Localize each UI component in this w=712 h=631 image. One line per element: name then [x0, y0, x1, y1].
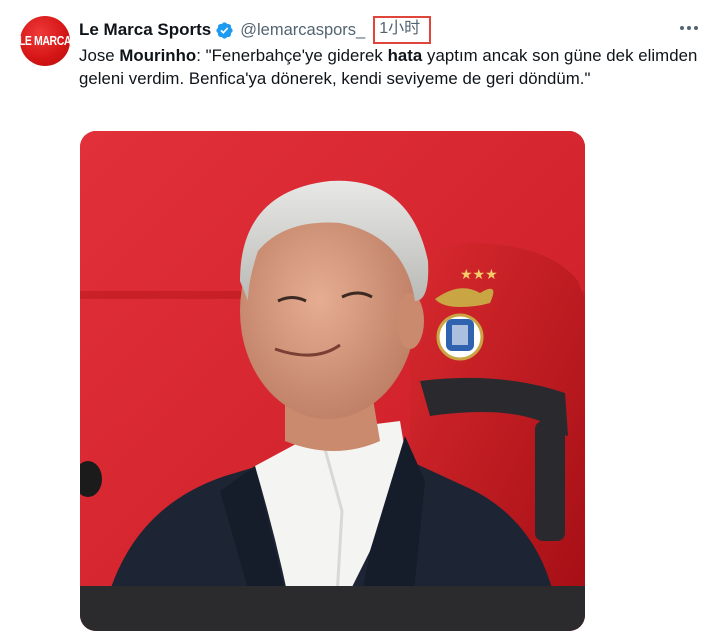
more-dot — [680, 26, 684, 30]
tweet-photo[interactable]: ★★★ — [80, 131, 585, 631]
emblem-stars: ★★★ — [460, 267, 498, 283]
avatar[interactable]: LE MARCA — [20, 16, 70, 66]
tweet: LE MARCA Le Marca Sports @lemarcaspors_ … — [0, 0, 712, 631]
tweet-text: Jose Mourinho: "Fenerbahçe'ye giderek ha… — [79, 45, 699, 90]
tweet-text-bold: hata — [387, 46, 423, 65]
display-name[interactable]: Le Marca Sports — [79, 20, 211, 40]
mourinho-press-conference-image: ★★★ — [80, 131, 585, 631]
tweet-text-segment: Jose — [79, 46, 120, 65]
tweet-timestamp[interactable]: 1小时 — [373, 16, 432, 44]
more-dot — [687, 26, 691, 30]
tweet-header: Le Marca Sports @lemarcaspors_ 1小时 — [79, 16, 432, 44]
user-handle[interactable]: @lemarcaspors_ — [240, 21, 365, 40]
more-options-icon[interactable] — [676, 18, 702, 38]
avatar-logo-text: LE MARCA — [20, 33, 70, 49]
tweet-text-bold: Mourinho — [119, 46, 197, 65]
verified-badge-icon — [215, 21, 234, 40]
tweet-text-segment: : "Fenerbahçe'ye giderek — [196, 46, 388, 65]
more-dot — [694, 26, 698, 30]
